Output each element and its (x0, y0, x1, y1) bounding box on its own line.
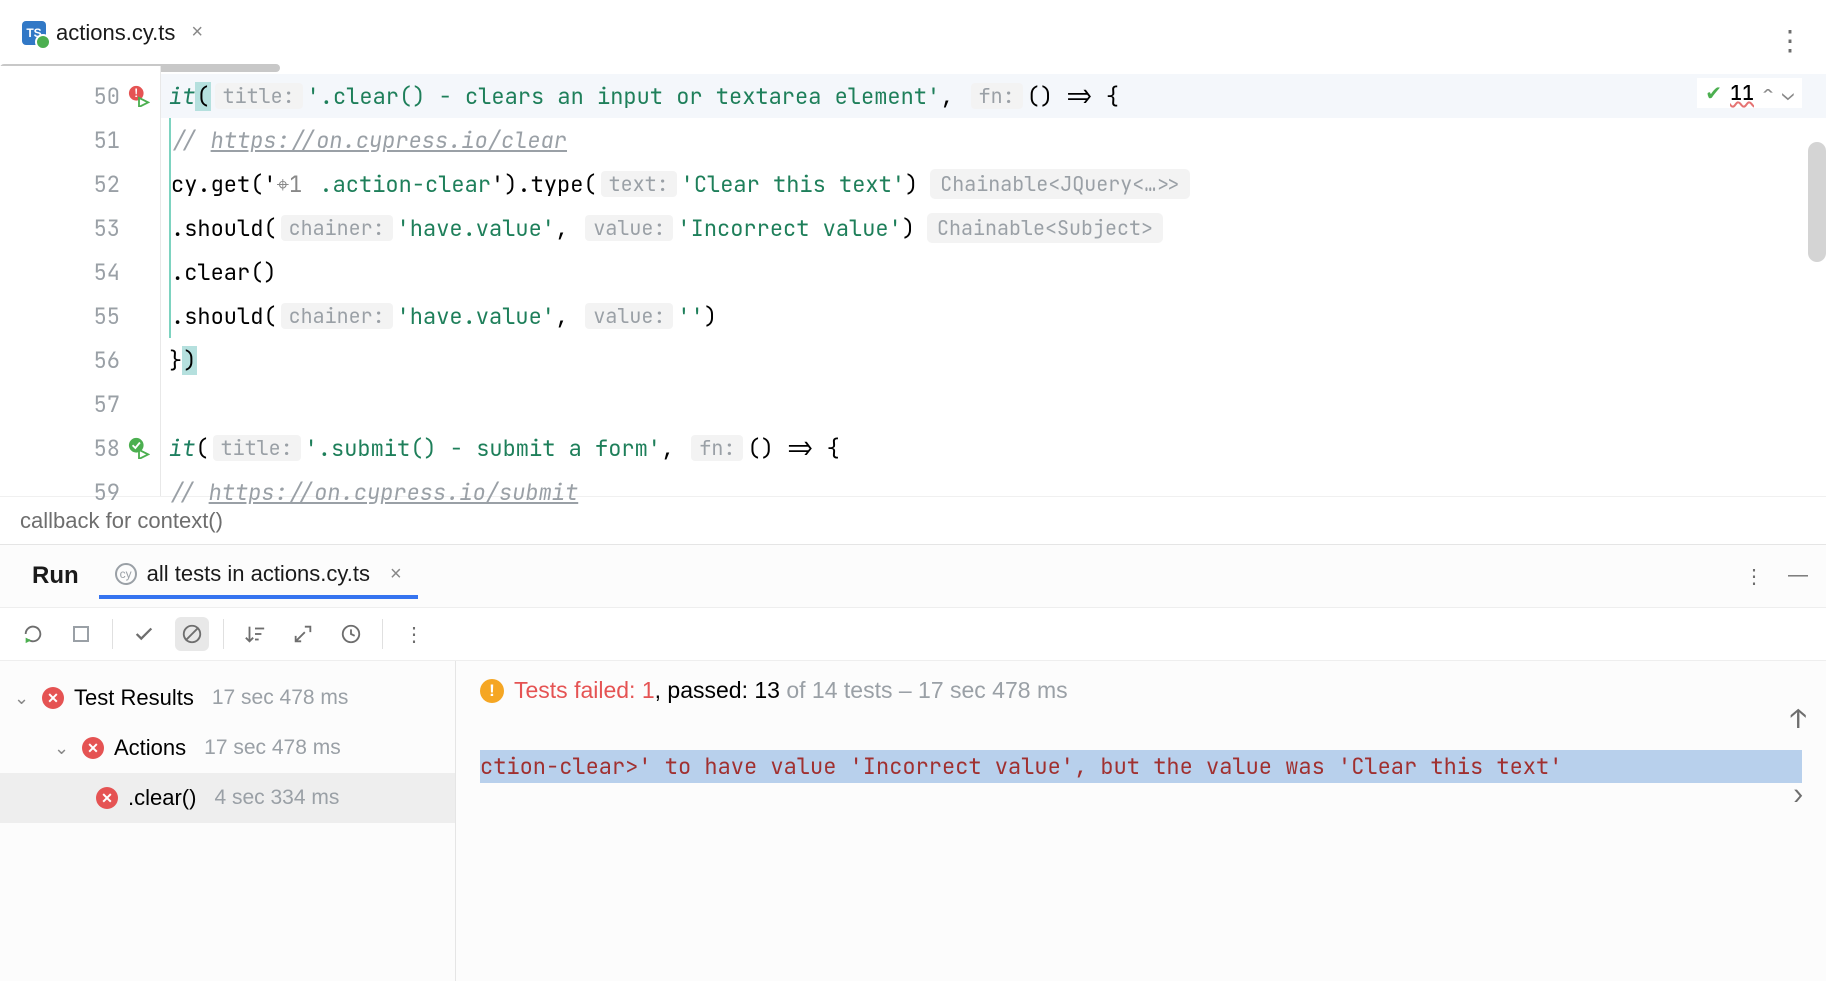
chevron-down-icon[interactable]: ⌄ (14, 688, 32, 709)
run-test-pass-icon[interactable] (128, 437, 150, 459)
line-number: 50 (80, 82, 120, 111)
output-nav: ↑ › (1790, 701, 1806, 811)
test-tree[interactable]: ⌄ ✕ Test Results 17 sec 478 ms ⌄ ✕ Actio… (0, 661, 456, 981)
error-message[interactable]: ction-clear>' to have value 'Incorrect v… (480, 750, 1802, 783)
run-panel: Run cy all tests in actions.cy.ts × ⋮ — … (0, 544, 1826, 981)
chevron-down-icon[interactable]: ⌄ (1782, 80, 1794, 106)
run-config-tab[interactable]: cy all tests in actions.cy.ts × (99, 553, 418, 599)
code-line[interactable] (161, 382, 1826, 426)
code-area[interactable]: it( title: '.clear() - clears an input o… (160, 66, 1826, 496)
doc-link[interactable]: https://on.cypress.io/clear (211, 126, 567, 155)
arrow-right-icon[interactable]: › (1790, 776, 1806, 811)
minimize-icon[interactable]: — (1788, 564, 1808, 589)
line-number: 56 (80, 346, 120, 375)
cypress-icon: cy (115, 563, 137, 585)
arrow-up-icon[interactable]: ↑ (1790, 701, 1806, 736)
sort-button[interactable] (238, 617, 272, 651)
type-inlay: Chainable<JQuery<…>> (930, 169, 1190, 199)
typescript-icon: TS (22, 21, 46, 45)
error-icon: ✕ (82, 737, 104, 759)
code-line[interactable]: // https://on.cypress.io/clear (161, 118, 1826, 162)
warning-icon: ! (480, 679, 504, 703)
tree-test[interactable]: ✕ .clear() 4 sec 334 ms (0, 773, 455, 823)
line-number: 54 (80, 258, 120, 287)
code-line[interactable]: .should( chainer: 'have.value', value: '… (161, 294, 1826, 338)
line-number: 59 (80, 478, 120, 507)
run-tab-bar: Run cy all tests in actions.cy.ts × ⋮ — (0, 545, 1826, 607)
results-area: ⌄ ✕ Test Results 17 sec 478 ms ⌄ ✕ Actio… (0, 661, 1826, 981)
gutter: 50 ! 51 52 53 54 55 56 57 58 59 (0, 66, 160, 496)
more-menu-icon[interactable]: ⋮ (1776, 22, 1802, 59)
stop-button[interactable] (64, 617, 98, 651)
code-line[interactable]: // https://on.cypress.io/submit (161, 470, 1826, 514)
usages-icon[interactable]: ⌖1 (277, 170, 303, 199)
editor-tab[interactable]: TS actions.cy.ts × (8, 10, 217, 56)
line-number: 53 (80, 214, 120, 243)
expand-button[interactable] (286, 617, 320, 651)
tree-suite[interactable]: ⌄ ✕ Actions 17 sec 478 ms (0, 723, 455, 773)
tab-filename: actions.cy.ts (56, 20, 175, 46)
check-icon: ✔ (1705, 80, 1722, 106)
show-ignored-button[interactable] (175, 617, 209, 651)
chevron-up-icon[interactable]: ⌃ (1762, 80, 1774, 106)
code-line[interactable]: it( title: '.submit() - submit a form', … (161, 426, 1826, 470)
error-icon: ✕ (96, 787, 118, 809)
test-summary: ! Tests failed: 1, passed: 13 of 14 test… (480, 677, 1802, 704)
line-number: 55 (80, 302, 120, 331)
editor-tab-bar: TS actions.cy.ts × ⋮ (0, 0, 1826, 66)
code-line[interactable]: .clear() (161, 250, 1826, 294)
doc-link[interactable]: https://on.cypress.io/submit (209, 478, 579, 507)
inspections-widget[interactable]: ✔ 11 ⌃ ⌄ (1697, 78, 1802, 108)
more-button[interactable]: ⋮ (397, 617, 431, 651)
line-number: 51 (80, 126, 120, 155)
code-line[interactable]: cy.get('⌖1 .action-clear').type( text: '… (161, 162, 1826, 206)
line-number: 52 (80, 170, 120, 199)
type-inlay: Chainable<Subject> (927, 213, 1163, 243)
chevron-down-icon[interactable]: ⌄ (54, 738, 72, 759)
test-output[interactable]: ! Tests failed: 1, passed: 13 of 14 test… (456, 661, 1826, 981)
line-number: 57 (80, 390, 120, 419)
show-passed-button[interactable] (127, 617, 161, 651)
run-tab[interactable]: Run (12, 550, 99, 602)
close-icon[interactable]: × (390, 563, 402, 586)
code-line[interactable]: it( title: '.clear() - clears an input o… (161, 74, 1826, 118)
inspections-count: 11 (1730, 80, 1754, 106)
history-button[interactable] (334, 617, 368, 651)
tree-root[interactable]: ⌄ ✕ Test Results 17 sec 478 ms (0, 673, 455, 723)
run-toolbar: ⋮ (0, 607, 1826, 661)
code-line[interactable]: .should( chainer: 'have.value', value: '… (161, 206, 1826, 250)
line-number: 58 (80, 434, 120, 463)
code-editor: 50 ! 51 52 53 54 55 56 57 58 59 it( titl… (0, 66, 1826, 496)
run-test-fail-icon[interactable]: ! (128, 85, 150, 107)
close-icon[interactable]: × (191, 21, 203, 44)
rerun-button[interactable] (16, 617, 50, 651)
code-line[interactable]: }) (161, 338, 1826, 382)
error-icon: ✕ (42, 687, 64, 709)
scrollbar[interactable] (1808, 142, 1826, 262)
more-menu-icon[interactable]: ⋮ (1744, 564, 1764, 589)
